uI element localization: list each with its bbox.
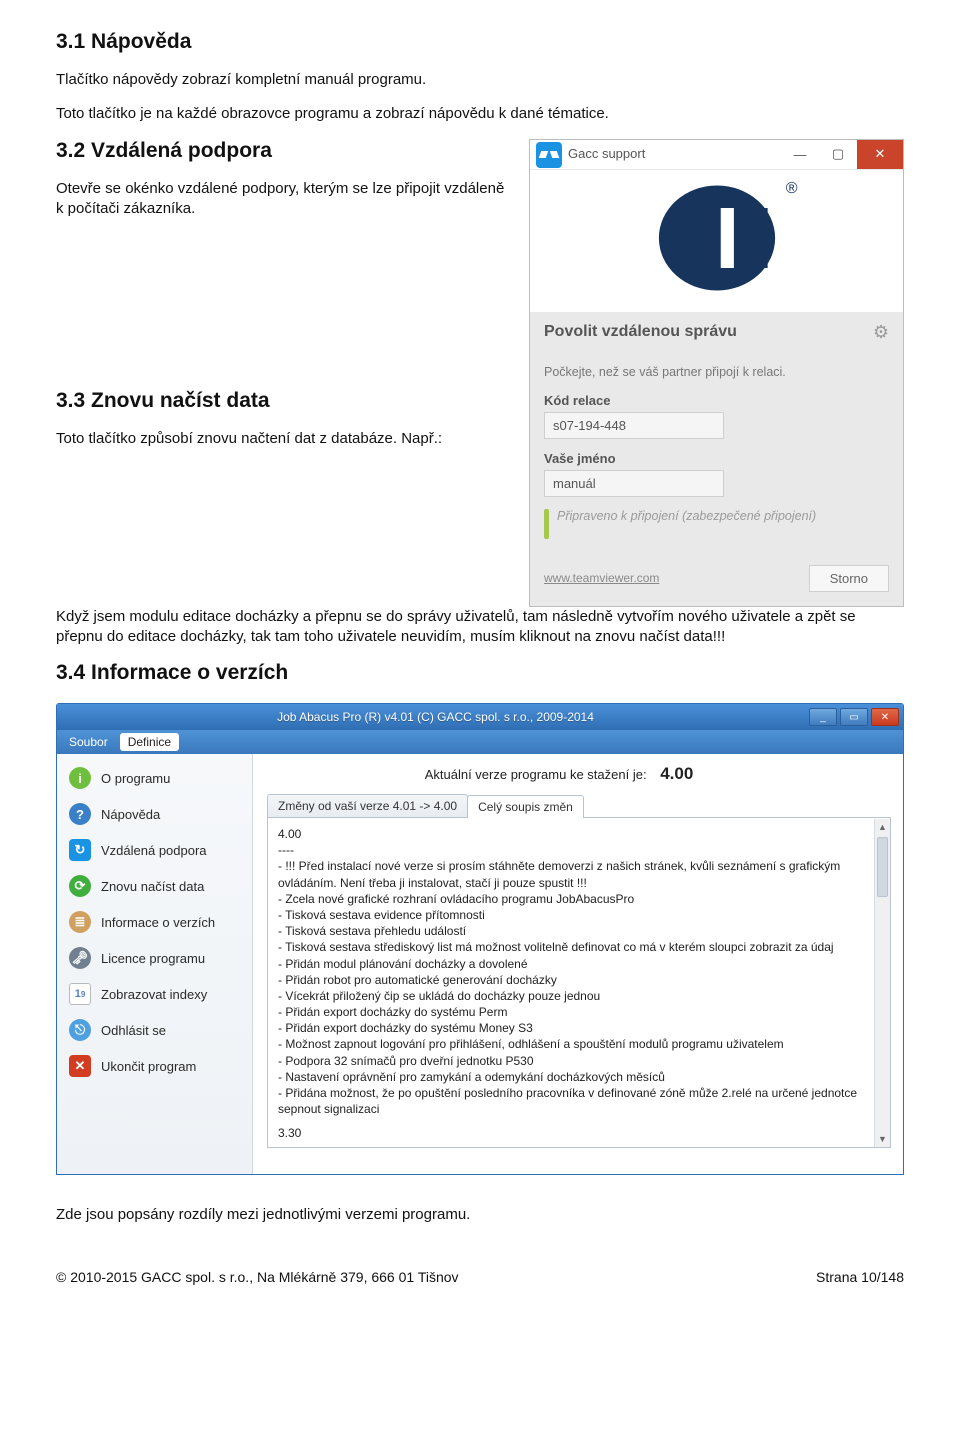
app-titlebar: Job Abacus Pro (R) v4.01 (C) GACC spol. …: [57, 704, 903, 730]
book-icon: ≣: [69, 911, 91, 933]
section-title: Povolit vzdálenou správu: [544, 323, 737, 341]
sidebar-item-label: Nápověda: [101, 807, 160, 822]
gacc-logo: ®: [642, 178, 792, 298]
page-footer: © 2010-2015 GACC spol. s r.o., Na Mlékár…: [56, 1269, 904, 1285]
status-indicator-icon: [544, 509, 549, 539]
sidebar-item-exit[interactable]: ✕ Ukončit program: [57, 1048, 252, 1084]
sidebar-item-label: Odhlásit se: [101, 1023, 166, 1038]
changelog-intro: - !!! Před instalací nové verze si prosí…: [278, 858, 880, 890]
sidebar-item-label: Zobrazovat indexy: [101, 987, 207, 1002]
sidebar-item-label: Znovu načíst data: [101, 879, 204, 894]
menu-soubor[interactable]: Soubor: [61, 733, 116, 751]
body-text: Toto tlačítko je na každé obrazovce prog…: [56, 104, 904, 124]
sidebar-item-about[interactable]: i O programu: [57, 760, 252, 796]
sidebar-item-logout[interactable]: ⎋ Odhlásit se: [57, 1012, 252, 1048]
changelog-version: 3.30: [278, 1125, 880, 1141]
changelog-item: Zcela nové grafické rozhraní ovládacího …: [278, 891, 880, 907]
status-text: Připraveno k připojení (zabezpečené přip…: [557, 509, 816, 539]
changelog-panel: 4.00 ---- - !!! Před instalací nové verz…: [267, 818, 891, 1148]
teamviewer-icon: [536, 142, 562, 168]
code-label: Kód relace: [544, 393, 889, 408]
body-text: Tlačítko nápovědy zobrazí kompletní manu…: [56, 70, 904, 90]
teamviewer-link[interactable]: www.teamviewer.com: [544, 571, 659, 585]
changelog-version: 4.00: [278, 826, 880, 842]
index-icon: 19: [69, 983, 91, 1005]
teamviewer-window: Gacc support — ▢ ✕: [529, 139, 904, 607]
changelog-item: Nastavení oprávnění pro zamykání a odemy…: [278, 1069, 880, 1085]
changelog-item: Přidán export docházky do systému Perm: [278, 1004, 880, 1020]
scroll-down-icon[interactable]: ▼: [875, 1131, 890, 1147]
close-button[interactable]: ✕: [871, 708, 899, 726]
sidebar-item-remote[interactable]: ↻ Vzdálená podpora: [57, 832, 252, 868]
changelog-item: Přidána možnost, že po opuštění poslední…: [278, 1085, 880, 1117]
titlebar: Gacc support — ▢ ✕: [530, 140, 903, 170]
license-icon: 🗝: [69, 947, 91, 969]
changelog-item: Vícekrát přiložený čip se ukládá do doch…: [278, 988, 880, 1004]
your-name-input[interactable]: manuál: [544, 470, 724, 497]
footer-right: Strana 10/148: [816, 1269, 904, 1285]
sidebar-item-reload[interactable]: ⟳ Znovu načíst data: [57, 868, 252, 904]
changelog-item: Tisková sestava střediskový list má možn…: [278, 939, 880, 955]
changelog-list: Zcela nové grafické rozhraní ovládacího …: [278, 891, 880, 1118]
scroll-up-icon[interactable]: ▲: [875, 819, 890, 835]
changelog-item: Přidán modul plánování docházky a dovole…: [278, 956, 880, 972]
changelog-item: Přidán robot pro automatické generování …: [278, 972, 880, 988]
tabstrip: Změny od vaší verze 4.01 -> 4.00 Celý so…: [267, 794, 891, 818]
minimize-button[interactable]: _: [809, 708, 837, 726]
wait-text: Počkejte, než se váš partner připojí k r…: [544, 365, 889, 379]
cancel-button[interactable]: Storno: [809, 565, 889, 592]
body-text: Zde jsou popsány rozdíly mezi jednotlivý…: [56, 1205, 904, 1225]
current-version-value: 4.00: [660, 764, 693, 783]
body-text: Když jsem modulu editace docházky a přep…: [56, 607, 904, 648]
changelog-item: Přidán export docházky do systému Money …: [278, 1020, 880, 1036]
gear-icon[interactable]: ⚙: [873, 322, 889, 343]
logout-icon: ⎋: [69, 1019, 91, 1041]
tab-all-changes[interactable]: Celý soupis změn: [467, 795, 584, 818]
changelog-item: Možnost zapnout logování pro přihlášení,…: [278, 1036, 880, 1052]
sidebar-item-help[interactable]: ? Nápověda: [57, 796, 252, 832]
info-icon: i: [69, 767, 91, 789]
reload-icon: ⟳: [69, 875, 91, 897]
footer-left: © 2010-2015 GACC spol. s r.o., Na Mlékár…: [56, 1269, 459, 1285]
help-icon: ?: [69, 803, 91, 825]
session-code-input[interactable]: s07-194-448: [544, 412, 724, 439]
exit-icon: ✕: [69, 1055, 91, 1077]
maximize-button[interactable]: ▢: [819, 140, 857, 169]
changelog-item: Podpora 32 snímačů pro dveřní jednotku P…: [278, 1053, 880, 1069]
sidebar: i O programu ? Nápověda ↻ Vzdálená podpo…: [57, 754, 253, 1174]
sidebar-item-label: Vzdálená podpora: [101, 843, 207, 858]
teamviewer-icon: ↻: [69, 839, 91, 861]
sidebar-item-indexes[interactable]: 19 Zobrazovat indexy: [57, 976, 252, 1012]
close-button[interactable]: ✕: [857, 140, 903, 169]
scroll-thumb[interactable]: [877, 837, 888, 897]
sidebar-item-label: Licence programu: [101, 951, 205, 966]
scrollbar[interactable]: ▲ ▼: [874, 819, 890, 1147]
heading-3-1: 3.1 Nápověda: [56, 30, 904, 54]
app-main: Aktuální verze programu ke stažení je: 4…: [253, 754, 903, 1174]
app-title: Job Abacus Pro (R) v4.01 (C) GACC spol. …: [65, 710, 806, 724]
sidebar-item-label: Informace o verzích: [101, 915, 215, 930]
changelog-rule: ----: [278, 1142, 880, 1148]
sidebar-item-label: Ukončit program: [101, 1059, 196, 1074]
registered-mark: ®: [786, 180, 798, 198]
name-label: Vaše jméno: [544, 451, 889, 466]
menu-definice[interactable]: Definice: [120, 733, 179, 751]
window-title: Gacc support: [568, 140, 781, 169]
minimize-button[interactable]: —: [781, 140, 819, 169]
app-window: Job Abacus Pro (R) v4.01 (C) GACC spol. …: [56, 703, 904, 1175]
changelog-rule: ----: [278, 842, 880, 858]
sidebar-item-label: O programu: [101, 771, 170, 786]
sidebar-item-versions[interactable]: ≣ Informace o verzích: [57, 904, 252, 940]
section-header: Povolit vzdálenou správu ⚙: [530, 312, 903, 353]
menubar: Soubor Definice: [57, 730, 903, 754]
changelog-item: Tisková sestava evidence přítomnosti: [278, 907, 880, 923]
heading-3-4: 3.4 Informace o verzích: [56, 661, 904, 685]
changelog-item: Tisková sestava přehledu událostí: [278, 923, 880, 939]
tab-diff[interactable]: Změny od vaší verze 4.01 -> 4.00: [267, 794, 468, 817]
current-version-line: Aktuální verze programu ke stažení je: 4…: [267, 764, 891, 784]
maximize-button[interactable]: ▭: [840, 708, 868, 726]
sidebar-item-license[interactable]: 🗝 Licence programu: [57, 940, 252, 976]
